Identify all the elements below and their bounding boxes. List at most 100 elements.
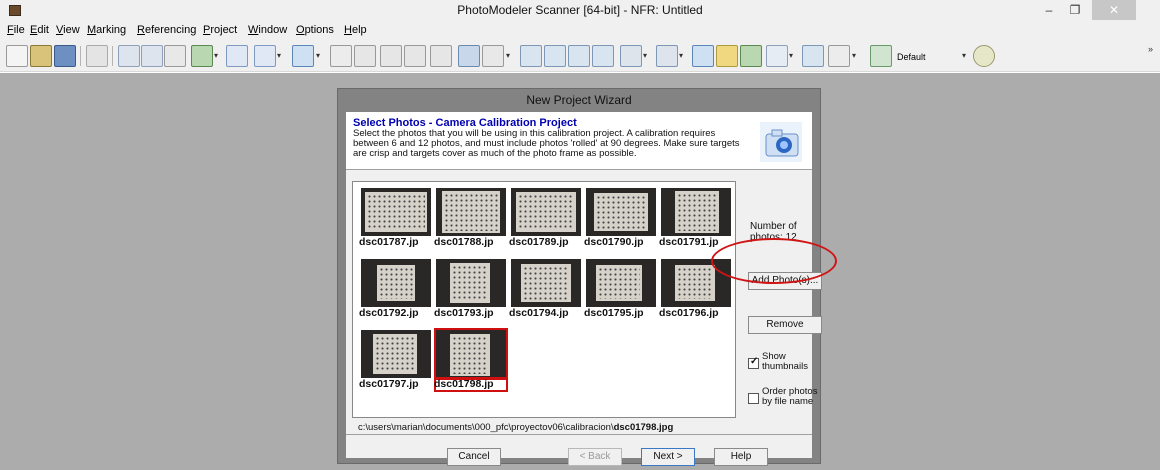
photo-thumbnail-image xyxy=(661,188,731,236)
photo-thumbnail[interactable]: dsc01792.jp xyxy=(359,259,433,321)
menu-referencing[interactable]: Referencing xyxy=(137,24,196,36)
title-bar: PhotoModeler Scanner [64-bit] - NFR: Unt… xyxy=(0,0,1160,22)
zoom-fit-icon[interactable] xyxy=(802,45,824,67)
shape-tool-icon[interactable] xyxy=(292,45,314,67)
close-button[interactable]: ✕ xyxy=(1092,0,1136,20)
zoom-icon[interactable] xyxy=(766,45,788,67)
photo-filename: dsc01793.jp xyxy=(434,307,494,319)
photo-filename: dsc01790.jp xyxy=(584,236,644,248)
calibration-grid xyxy=(365,192,427,232)
menu-marking[interactable]: Marking xyxy=(87,24,126,36)
photo-thumbnail[interactable]: dsc01788.jp xyxy=(434,188,508,250)
menu-help[interactable]: Help xyxy=(344,24,367,36)
reference-icon[interactable] xyxy=(380,45,402,67)
photo-thumbnail-image xyxy=(434,328,508,380)
menu-options[interactable]: Options xyxy=(296,24,334,36)
toolbar-separator xyxy=(112,46,113,66)
measure-icon[interactable] xyxy=(716,45,738,67)
line-tool-icon[interactable] xyxy=(226,45,248,67)
curve-tool-icon[interactable] xyxy=(254,45,276,67)
remove-button[interactable]: Remove xyxy=(748,316,822,334)
show-thumbnails-checkbox[interactable] xyxy=(748,356,759,369)
photo-filename: dsc01788.jp xyxy=(434,236,494,248)
photo-filename: dsc01792.jp xyxy=(359,307,419,319)
photo-thumbnail[interactable]: dsc01793.jp xyxy=(434,259,508,321)
chevron-down-icon[interactable]: ▾ xyxy=(852,50,860,62)
visibility-icon[interactable] xyxy=(656,45,678,67)
photo-list-panel[interactable]: dsc01787.jp dsc01788.jp dsc01789.jp dsc0179… xyxy=(352,181,736,418)
table-view-icon[interactable] xyxy=(592,45,614,67)
menu-edit[interactable]: Edit xyxy=(30,24,49,36)
open-photo-icon[interactable] xyxy=(520,45,542,67)
minimize-button[interactable]: – xyxy=(1036,0,1062,20)
dialog-title: New Project Wizard xyxy=(526,93,632,107)
photo-thumbnail[interactable]: dsc01798.jp xyxy=(434,328,508,392)
photo-thumbnail[interactable]: dsc01789.jp xyxy=(509,188,583,250)
photo-thumbnail[interactable]: dsc01787.jp xyxy=(359,188,433,250)
new-project-icon[interactable] xyxy=(6,45,28,67)
select-icon[interactable] xyxy=(118,45,140,67)
photo-thumbnail[interactable]: dsc01795.jp xyxy=(584,259,658,321)
menu-project[interactable]: Project xyxy=(203,24,237,36)
menu-window[interactable]: Window xyxy=(248,24,287,36)
toolbar-separator xyxy=(80,46,81,66)
window-title: PhotoModeler Scanner [64-bit] - NFR: Unt… xyxy=(457,3,703,17)
chevron-down-icon[interactable]: ▾ xyxy=(214,50,222,62)
photo-thumbnail-image xyxy=(436,188,506,236)
settings-icon[interactable] xyxy=(973,45,995,67)
multi-select-icon[interactable] xyxy=(141,45,163,67)
chevron-down-icon[interactable]: ▾ xyxy=(316,50,324,62)
target-icon[interactable] xyxy=(164,45,186,67)
display-settings-dropdown[interactable]: Default xyxy=(894,49,958,65)
cylinder-tool-icon[interactable] xyxy=(354,45,376,67)
order-by-name-checkbox[interactable] xyxy=(748,393,759,404)
calibration-grid xyxy=(675,191,719,233)
calibration-grid xyxy=(450,263,490,303)
photo-thumbnail-image xyxy=(361,188,431,236)
cancel-button[interactable]: Cancel xyxy=(447,448,501,466)
calibration-grid xyxy=(594,193,648,231)
point-tool-icon[interactable] xyxy=(191,45,213,67)
display-settings-icon[interactable] xyxy=(870,45,892,67)
calibration-grid xyxy=(675,265,715,301)
frame-icon[interactable] xyxy=(692,45,714,67)
photo-thumbnail-image xyxy=(361,259,431,307)
chevron-down-icon[interactable]: ▾ xyxy=(789,50,797,62)
maximize-button[interactable]: ❐ xyxy=(1062,0,1088,20)
chevron-down-icon[interactable]: ▾ xyxy=(643,50,651,62)
3d-view-icon[interactable] xyxy=(568,45,590,67)
chevron-down-icon[interactable]: ▾ xyxy=(506,50,514,62)
back-button[interactable]: < Back xyxy=(568,448,622,466)
menu-view[interactable]: View xyxy=(56,24,80,36)
scale-icon[interactable] xyxy=(482,45,504,67)
chevron-down-icon[interactable]: ▾ xyxy=(679,50,687,62)
photo-thumbnail-image xyxy=(586,188,656,236)
save-icon[interactable] xyxy=(54,45,76,67)
process-icon[interactable] xyxy=(458,45,480,67)
photo-thumbnail[interactable]: dsc01791.jp xyxy=(659,188,733,250)
photo-thumbnail[interactable]: dsc01797.jp xyxy=(359,330,433,392)
next-button[interactable]: Next > xyxy=(641,448,695,466)
quality-icon[interactable] xyxy=(740,45,762,67)
surface-icon[interactable] xyxy=(430,45,452,67)
grid-icon[interactable] xyxy=(828,45,850,67)
menu-file[interactable]: File xyxy=(7,24,25,36)
edge-tool-icon[interactable] xyxy=(330,45,352,67)
undo-icon[interactable] xyxy=(86,45,108,67)
photo-filename: dsc01798.jp xyxy=(434,378,494,390)
window-layout-icon[interactable] xyxy=(620,45,642,67)
photo-table-icon[interactable] xyxy=(544,45,566,67)
auto-reference-icon[interactable] xyxy=(404,45,426,67)
photo-thumbnail-image xyxy=(511,259,581,307)
open-project-icon[interactable] xyxy=(30,45,52,67)
toolbar-overflow-icon[interactable]: » xyxy=(1148,44,1153,54)
chevron-down-icon[interactable]: ▾ xyxy=(277,50,285,62)
main-toolbar: ▾ ▾ ▾ ▾ ▾ ▾ ▾ ▾ Default ▾ » xyxy=(0,40,1160,72)
calibration-grid xyxy=(377,265,415,301)
photo-filename: dsc01789.jp xyxy=(509,236,569,248)
photo-thumbnail[interactable]: dsc01790.jp xyxy=(584,188,658,250)
help-button[interactable]: Help xyxy=(714,448,768,466)
photo-thumbnail[interactable]: dsc01794.jp xyxy=(509,259,583,321)
chevron-down-icon[interactable]: ▾ xyxy=(962,50,970,62)
photo-filename: dsc01796.jp xyxy=(659,307,719,319)
